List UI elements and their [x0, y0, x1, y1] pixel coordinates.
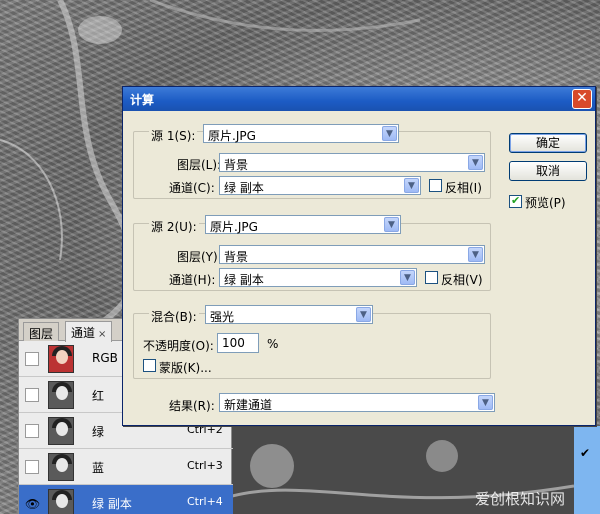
- result-label: 结果(R):: [169, 399, 215, 413]
- opacity-value: 100: [222, 336, 245, 350]
- opacity-unit: %: [267, 337, 279, 351]
- opacity-input[interactable]: 100: [217, 333, 259, 353]
- source1-layer-value: 背景: [224, 158, 249, 172]
- source1-channel-value: 绿 副本: [224, 181, 264, 195]
- channel-shortcut: Ctrl+4: [187, 495, 223, 508]
- blend-mode-select[interactable]: 强光 ▼: [205, 305, 373, 324]
- tab-channels[interactable]: 通道 ×: [65, 321, 113, 342]
- source2-file-select[interactable]: 原片.JPG ▼: [205, 215, 401, 234]
- preview-label: 预览(P): [525, 196, 566, 210]
- source1-label: 源 1(S):: [149, 127, 198, 144]
- source2-file-value: 原片.JPG: [210, 220, 258, 234]
- cancel-button-label: 取消: [535, 164, 560, 178]
- source1-invert-checkbox[interactable]: [429, 179, 442, 192]
- preview-checkbox[interactable]: [509, 194, 522, 208]
- visibility-toggle[interactable]: 👁: [25, 496, 41, 511]
- tab-layers-label: 图层: [29, 327, 54, 341]
- visibility-toggle[interactable]: [25, 460, 39, 474]
- channel-name: 蓝: [92, 461, 105, 475]
- channel-name: 红: [92, 389, 105, 403]
- chevron-down-icon: ▼: [400, 270, 415, 285]
- chevron-down-icon: ▼: [382, 126, 397, 141]
- ok-button[interactable]: 确定: [509, 133, 587, 153]
- blend-label: 混合(B):: [149, 308, 199, 325]
- source1-file-select[interactable]: 原片.JPG ▼: [203, 124, 399, 143]
- channel-row-blue[interactable]: 蓝 Ctrl+3: [19, 449, 233, 485]
- mask-label[interactable]: 蒙版(K)...: [159, 359, 212, 376]
- close-button[interactable]: ✕: [572, 89, 592, 109]
- source1-channel-label: 通道(C):: [169, 181, 215, 195]
- result-select[interactable]: 新建通道 ▼: [219, 393, 495, 412]
- result-value: 新建通道: [224, 398, 273, 412]
- chevron-down-icon: ▼: [356, 307, 371, 322]
- tab-close-icon[interactable]: ×: [98, 329, 106, 340]
- channel-thumbnail: [48, 489, 74, 514]
- blend-mode-value: 强光: [210, 310, 235, 324]
- chevron-down-icon: ▼: [384, 217, 399, 232]
- source2-label: 源 2(U):: [149, 218, 199, 235]
- source1-invert-label: 反相(I): [445, 181, 482, 195]
- visibility-toggle[interactable]: [25, 352, 39, 366]
- channel-name: 绿: [92, 425, 105, 439]
- mask-checkbox[interactable]: [143, 359, 156, 372]
- source1-channel-select[interactable]: 绿 副本 ▼: [219, 176, 421, 195]
- opacity-label: 不透明度(O):: [143, 339, 214, 353]
- channel-shortcut: Ctrl+3: [187, 459, 223, 472]
- calculations-dialog: 计算 ✕ 源 1(S): 原片.JPG ▼ 图层(L): 背景 ▼ 通道(C):…: [122, 86, 596, 426]
- chevron-down-icon: ▼: [478, 395, 493, 410]
- source2-channel-label: 通道(H):: [169, 273, 216, 287]
- source2-invert-checkbox[interactable]: [425, 271, 438, 284]
- channel-row-green-copy[interactable]: 👁 绿 副本 Ctrl+4: [19, 485, 233, 514]
- source2-layer-value: 背景: [224, 250, 249, 264]
- panel-edge: ✔: [574, 426, 600, 514]
- close-icon: ✕: [576, 90, 588, 106]
- channel-thumbnail: [48, 345, 74, 373]
- chevron-down-icon: ▼: [468, 155, 483, 170]
- source1-layer-label: 图层(L):: [177, 158, 222, 172]
- tab-channels-label: 通道: [71, 326, 96, 340]
- source2-layer-select[interactable]: 背景 ▼: [219, 245, 485, 264]
- source1-layer-select[interactable]: 背景 ▼: [219, 153, 485, 172]
- chevron-down-icon: ▼: [404, 178, 419, 193]
- ok-button-label: 确定: [535, 136, 560, 150]
- chevron-down-icon: ▼: [468, 247, 483, 262]
- visibility-toggle[interactable]: [25, 388, 39, 402]
- dialog-title: 计算: [130, 93, 155, 107]
- source2-layer-label: 图层(Y):: [177, 250, 222, 264]
- visibility-toggle[interactable]: [25, 424, 39, 438]
- dialog-titlebar[interactable]: 计算 ✕: [123, 87, 595, 111]
- source2-invert-label: 反相(V): [441, 273, 483, 287]
- channel-thumbnail: [48, 381, 74, 409]
- checkmark-icon: ✔: [580, 446, 591, 460]
- channel-thumbnail: [48, 417, 74, 445]
- source2-channel-value: 绿 副本: [224, 273, 264, 287]
- source2-channel-select[interactable]: 绿 副本 ▼: [219, 268, 417, 287]
- cancel-button[interactable]: 取消: [509, 161, 587, 181]
- eye-icon: 👁: [25, 497, 41, 511]
- channel-thumbnail: [48, 453, 74, 481]
- source1-file-value: 原片.JPG: [208, 129, 256, 143]
- watermark: 爱创根知识网: [475, 490, 566, 508]
- tab-layers[interactable]: 图层: [23, 322, 60, 341]
- channel-name: RGB: [92, 351, 118, 365]
- channel-name: 绿 副本: [92, 497, 132, 511]
